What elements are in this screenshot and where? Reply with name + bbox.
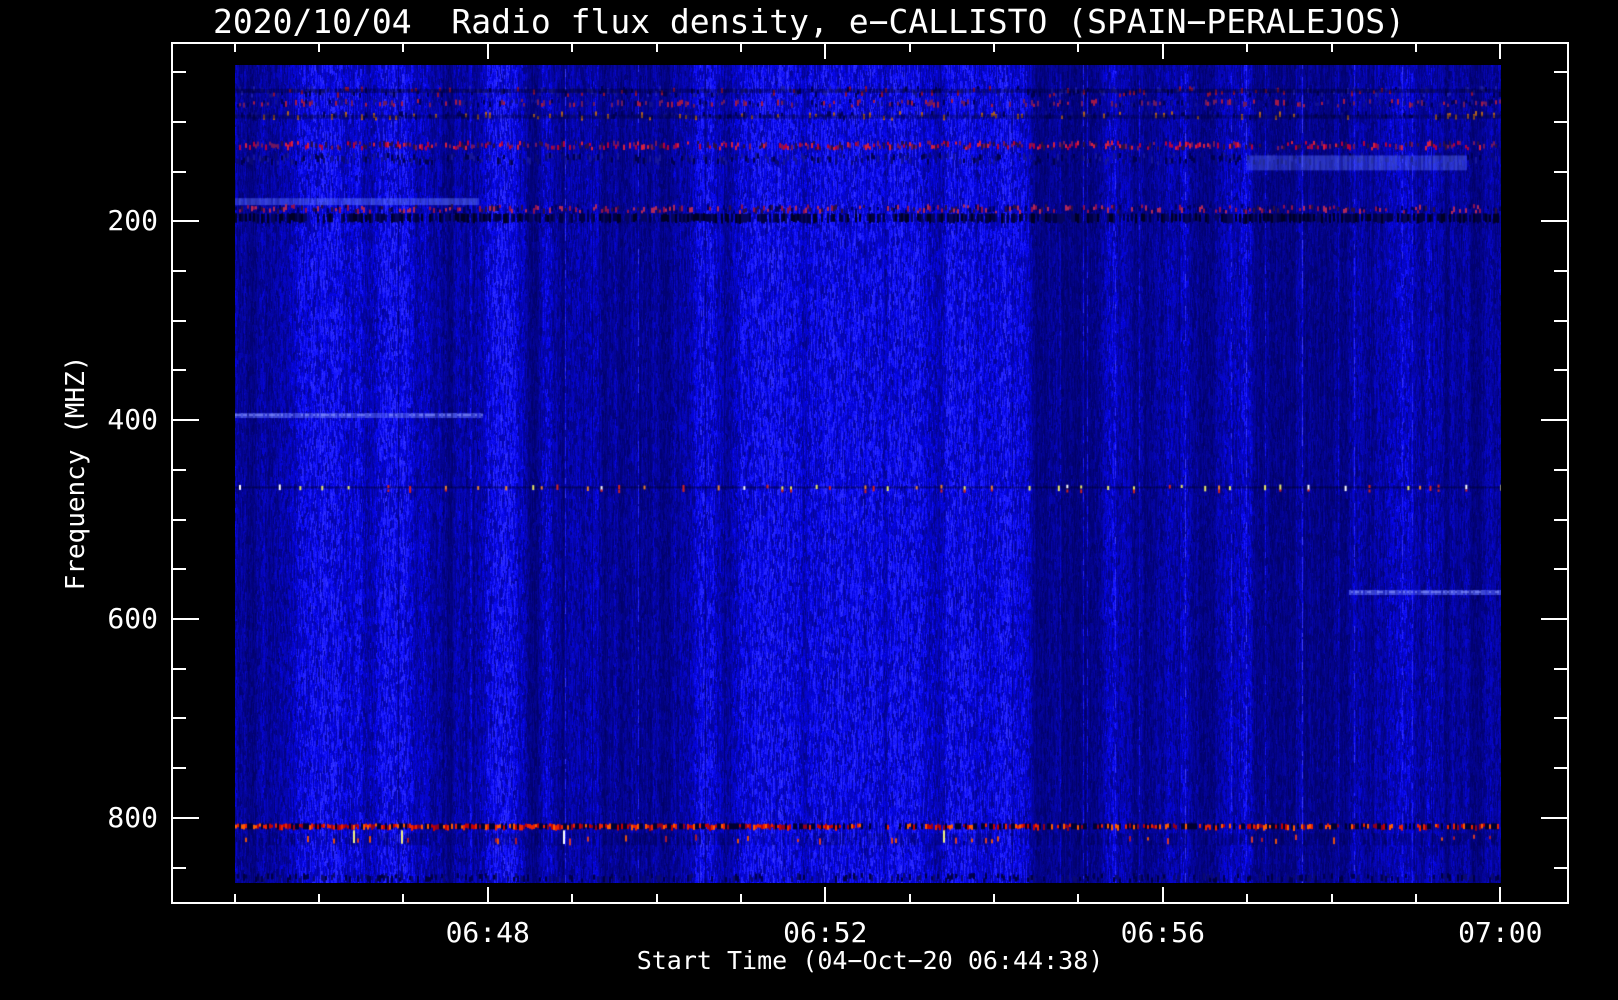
x-major-tick [824, 887, 826, 902]
x-minor-tick [656, 44, 658, 52]
x-axis-title: Start Time (04−Oct−20 06:44:38) [172, 946, 1568, 975]
x-minor-tick [571, 894, 573, 902]
x-tick-label: 06:52 [735, 918, 915, 948]
y-minor-tick [173, 320, 186, 322]
y-minor-tick [173, 369, 186, 371]
y-major-tick [173, 419, 199, 421]
x-minor-tick [1415, 44, 1417, 52]
x-tick-label: 07:00 [1410, 918, 1590, 948]
x-minor-tick [234, 894, 236, 902]
y-minor-tick [1554, 767, 1567, 769]
x-major-tick [1499, 44, 1501, 59]
y-minor-tick [173, 867, 186, 869]
x-minor-tick [993, 44, 995, 52]
y-tick-label: 200 [28, 206, 158, 236]
y-minor-tick [173, 767, 186, 769]
plot-frame [171, 42, 1569, 904]
y-minor-tick [1554, 171, 1567, 173]
x-minor-tick [909, 44, 911, 52]
x-minor-tick [740, 44, 742, 52]
y-minor-tick [1554, 121, 1567, 123]
x-minor-tick [1415, 894, 1417, 902]
x-minor-tick [656, 894, 658, 902]
x-major-tick [1499, 887, 1501, 902]
chart-title: 2020/10/04 Radio flux density, e−CALLIST… [111, 2, 1507, 41]
y-minor-tick [173, 717, 186, 719]
spectrogram-heatmap [235, 65, 1501, 883]
y-major-tick [1541, 419, 1567, 421]
y-axis-title: Frequency (MHZ) [61, 356, 91, 591]
callisto-spectrogram-screen: 2020/10/04 Radio flux density, e−CALLIST… [0, 0, 1618, 1000]
x-minor-tick [1331, 44, 1333, 52]
x-tick-label: 06:56 [1073, 918, 1253, 948]
y-minor-tick [1554, 320, 1567, 322]
y-major-tick [173, 817, 199, 819]
y-major-tick [1541, 618, 1567, 620]
y-minor-tick [1554, 270, 1567, 272]
x-minor-tick [909, 894, 911, 902]
y-major-tick [173, 220, 199, 222]
y-minor-tick [1554, 568, 1567, 570]
x-minor-tick [1077, 894, 1079, 902]
x-minor-tick [1331, 894, 1333, 902]
y-minor-tick [1554, 369, 1567, 371]
y-minor-tick [173, 668, 186, 670]
x-minor-tick [402, 894, 404, 902]
y-minor-tick [1554, 519, 1567, 521]
x-minor-tick [318, 894, 320, 902]
x-tick-label: 06:48 [398, 918, 578, 948]
x-major-tick [1162, 44, 1164, 59]
x-major-tick [487, 44, 489, 59]
x-minor-tick [402, 44, 404, 52]
x-major-tick [824, 44, 826, 59]
y-minor-tick [1554, 469, 1567, 471]
x-major-tick [1162, 887, 1164, 902]
y-major-tick [1541, 220, 1567, 222]
y-minor-tick [173, 121, 186, 123]
x-minor-tick [740, 894, 742, 902]
y-tick-label: 400 [28, 405, 158, 435]
x-major-tick [487, 887, 489, 902]
y-minor-tick [173, 270, 186, 272]
y-minor-tick [1554, 717, 1567, 719]
x-minor-tick [1246, 894, 1248, 902]
y-minor-tick [173, 519, 186, 521]
y-tick-label: 600 [28, 604, 158, 634]
y-tick-label: 800 [28, 803, 158, 833]
x-minor-tick [234, 44, 236, 52]
y-minor-tick [173, 171, 186, 173]
x-minor-tick [571, 44, 573, 52]
y-minor-tick [1554, 71, 1567, 73]
x-minor-tick [1246, 44, 1248, 52]
y-minor-tick [1554, 668, 1567, 670]
x-minor-tick [1077, 44, 1079, 52]
y-minor-tick [173, 568, 186, 570]
x-minor-tick [993, 894, 995, 902]
y-minor-tick [173, 469, 186, 471]
y-major-tick [173, 618, 199, 620]
y-minor-tick [1554, 867, 1567, 869]
y-minor-tick [173, 71, 186, 73]
x-minor-tick [318, 44, 320, 52]
y-major-tick [1541, 817, 1567, 819]
